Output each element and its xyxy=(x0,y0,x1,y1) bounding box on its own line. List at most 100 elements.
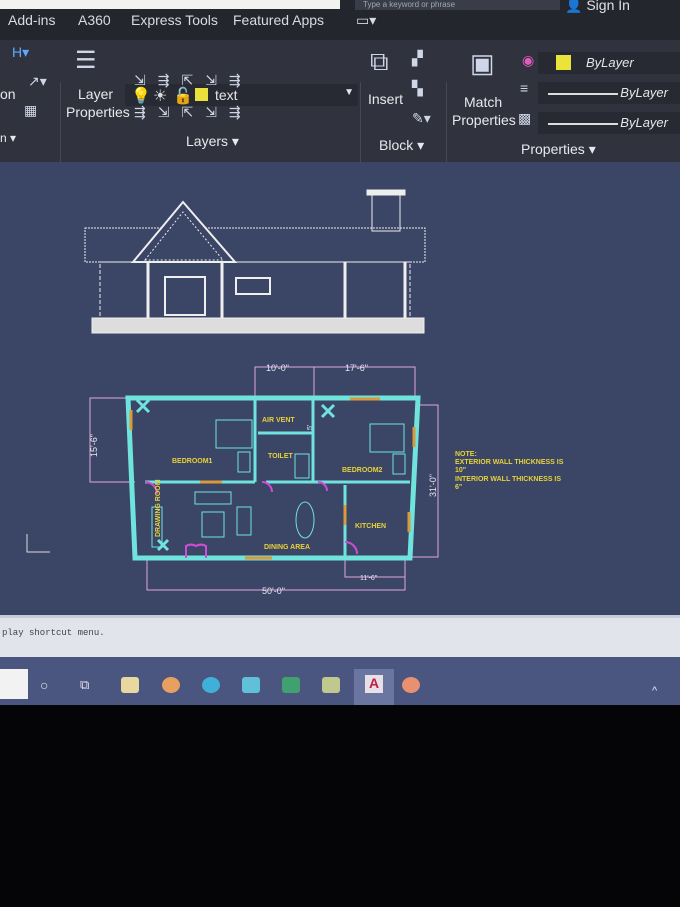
layers-panel-footer[interactable]: Layers ▾ xyxy=(186,133,239,150)
layer-properties-line2[interactable]: Properties xyxy=(66,104,130,120)
store-icon[interactable] xyxy=(121,677,139,693)
window-strip xyxy=(0,0,340,9)
room-toilet: TOILET xyxy=(268,453,293,460)
edge-icon[interactable] xyxy=(202,677,220,693)
linetype-icon[interactable]: ≡ xyxy=(520,80,528,96)
plinth xyxy=(91,317,425,334)
autocad-taskbar-button[interactable]: A xyxy=(354,669,394,705)
block-panel-footer[interactable]: Block ▾ xyxy=(379,137,424,154)
note-line-3: INTERIOR WALL THICKNESS IS xyxy=(455,476,561,483)
drawing-canvas[interactable]: 10'-0" 17'-6" 50'-0" 11'-6" 15'-6" 31'-0… xyxy=(0,162,680,615)
taskbar: ○ ⧉ A ^ xyxy=(0,657,680,705)
sun-icon: ☀ xyxy=(153,88,168,105)
gable xyxy=(130,200,238,263)
bathtub xyxy=(294,453,310,479)
photos-icon[interactable] xyxy=(322,677,340,693)
dimension-icon[interactable]: H▾ xyxy=(12,44,29,61)
color-value: ByLayer xyxy=(586,55,634,70)
note-line-2: 10" xyxy=(455,467,466,474)
color-dropdown[interactable]: ByLayer xyxy=(538,52,680,74)
front-door xyxy=(164,276,206,316)
tab-a360[interactable]: A360 xyxy=(78,12,111,28)
tab-express-tools[interactable]: Express Tools xyxy=(131,12,218,28)
user-icon: 👤 xyxy=(565,0,587,13)
layer-properties-icon[interactable]: ☰ xyxy=(75,46,97,75)
command-text: play shortcut menu. xyxy=(2,628,105,638)
dining-table xyxy=(295,501,315,539)
lineweight-icon[interactable]: ▩ xyxy=(518,110,531,127)
dim-bottom: 50'-0" xyxy=(262,586,285,596)
command-line[interactable]: play shortcut menu. xyxy=(0,615,680,657)
leader-icon[interactable]: ↗▾ xyxy=(28,73,47,90)
linetype-dropdown[interactable]: ByLayer xyxy=(538,82,680,104)
fan-icons xyxy=(135,398,336,552)
ribbon-options-icon[interactable]: ▭▾ xyxy=(356,12,376,29)
sign-in-label: Sign In xyxy=(586,0,630,13)
autocad-icon: A xyxy=(365,675,383,693)
chrome-2-icon[interactable] xyxy=(402,677,420,693)
bed-2 xyxy=(369,423,405,453)
sign-in-button[interactable]: 👤 Sign In xyxy=(565,0,630,14)
chevron-down-icon: ▼ xyxy=(344,87,354,98)
lineweight-value: ByLayer xyxy=(620,115,668,130)
table-icon[interactable]: ▦ xyxy=(24,102,37,119)
edit-block-icon[interactable]: ▚ xyxy=(412,80,423,97)
excel-icon[interactable] xyxy=(282,677,300,693)
dim-top-1: 10'-0" xyxy=(266,363,289,373)
unlock-icon: 🔓 xyxy=(173,88,193,105)
lightbulb-icon: 💡 xyxy=(131,88,151,105)
ribbon: H▾ ↗▾ on ▦ n ▾ ☰ Layer Properties 💡 ☀ 🔓 … xyxy=(0,40,680,197)
annotation-panel-footer[interactable]: n ▾ xyxy=(0,131,16,145)
properties-panel-footer[interactable]: Properties ▾ xyxy=(521,141,596,158)
layer-color-swatch xyxy=(195,88,208,101)
current-layer: text xyxy=(215,87,238,103)
room-dining: DINING AREA xyxy=(264,544,310,551)
chrome-icon[interactable] xyxy=(162,677,180,693)
insert-button[interactable]: Insert xyxy=(368,91,403,107)
room-drawing-room: DRAWING ROOM xyxy=(155,479,162,537)
house-elevation xyxy=(84,189,426,334)
match-properties-line2[interactable]: Properties xyxy=(452,112,516,128)
match-properties-icon[interactable]: ▣ xyxy=(470,48,495,79)
window xyxy=(235,277,271,295)
insert-block-icon[interactable]: ⧉ xyxy=(370,46,389,78)
ucs-icon xyxy=(26,534,50,553)
room-air-vent: AIR VENT xyxy=(262,417,295,424)
room-bedroom1: BEDROOM1 xyxy=(172,458,213,465)
layer-tools-row2-icon[interactable]: ⇶⇲⇱⇲⇶ xyxy=(134,104,253,121)
room-kitchen: KITCHEN xyxy=(355,523,386,530)
line-sample xyxy=(548,93,618,95)
layer-tools-row1-icon[interactable]: ⇲⇶⇱⇲⇶ xyxy=(134,72,253,89)
bed-1 xyxy=(215,419,253,449)
sofa xyxy=(194,491,232,505)
dim-top-2: 17'-6" xyxy=(345,363,368,373)
dim-right: 31'-0" xyxy=(428,474,438,497)
tray-chevron-icon[interactable]: ^ xyxy=(652,685,657,697)
attribute-icon[interactable]: ✎▾ xyxy=(412,110,431,127)
coffee-table xyxy=(201,511,225,538)
create-block-icon[interactable]: ▞ xyxy=(412,50,423,67)
note-line-4: 6" xyxy=(455,484,462,491)
match-properties-line1[interactable]: Match xyxy=(464,94,502,110)
dim-left: 15'-6" xyxy=(89,434,99,457)
line-sample xyxy=(548,123,618,125)
color-swatch xyxy=(556,55,571,70)
mail-icon[interactable] xyxy=(242,677,260,693)
tab-featured-apps[interactable]: Featured Apps xyxy=(233,12,324,28)
task-view-icon[interactable]: ⧉ xyxy=(80,677,89,693)
search-box[interactable] xyxy=(0,669,28,699)
chimney-cap xyxy=(366,189,406,196)
note-title: NOTE: xyxy=(455,451,477,458)
chimney xyxy=(371,194,401,232)
dim-kitchen: 11'-6" xyxy=(360,575,378,582)
color-wheel-icon[interactable]: ◉ xyxy=(522,52,534,69)
layer-properties-line1[interactable]: Layer xyxy=(78,86,113,102)
tab-add-ins[interactable]: Add-ins xyxy=(8,12,55,28)
linetype-value: ByLayer xyxy=(620,85,668,100)
room-bedroom2: BEDROOM2 xyxy=(342,467,383,474)
sofa-side xyxy=(236,506,252,536)
search-input[interactable]: Type a keyword or phrase xyxy=(355,0,560,10)
title-bar: Type a keyword or phrase Add-ins A360 Ex… xyxy=(0,0,680,40)
lineweight-dropdown[interactable]: ByLayer xyxy=(538,112,680,134)
cortana-icon[interactable]: ○ xyxy=(40,677,48,693)
